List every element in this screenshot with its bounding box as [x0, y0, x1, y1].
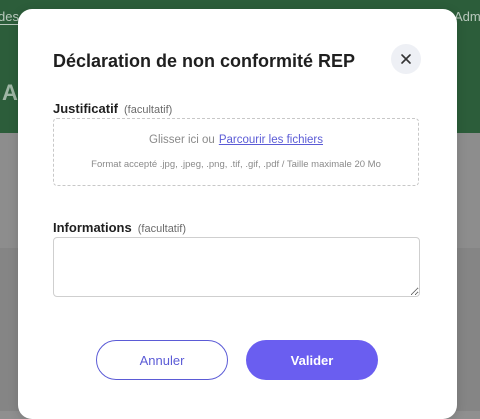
close-icon [401, 54, 411, 64]
dropzone-drop-text: Glisser ici ou [149, 134, 215, 146]
justificatif-optional-hint: (facultatif) [124, 104, 173, 116]
close-button[interactable] [391, 44, 421, 74]
file-format-hint: Format accepté .jpg, .jpeg, .png, .tif, … [91, 159, 381, 170]
dialog-title: Déclaration de non conformité REP [53, 51, 356, 71]
cancel-button[interactable]: Annuler [96, 340, 228, 380]
informations-label-text: Informations [53, 220, 132, 235]
informations-label: Informations (facultatif) [53, 220, 186, 237]
justificatif-label: Justificatif (facultatif) [53, 101, 172, 118]
page-heading-partial: A [2, 80, 18, 105]
informations-optional-hint: (facultatif) [137, 223, 187, 235]
browse-files-link[interactable]: Parcourir les fichiers [219, 134, 323, 146]
informations-textarea[interactable] [53, 237, 420, 297]
dropzone-instructions: Glisser ici ou Parcourir les fichiers [54, 134, 418, 146]
non-conformity-dialog: Déclaration de non conformité REP Justif… [18, 9, 457, 419]
submit-button[interactable]: Valider [246, 340, 378, 380]
nav-link-partial-right[interactable]: Adm [454, 10, 480, 24]
nav-link-partial-left[interactable]: des [0, 10, 19, 25]
file-dropzone[interactable]: Glisser ici ou Parcourir les fichiers For… [53, 118, 419, 186]
justificatif-label-text: Justificatif [53, 101, 119, 116]
